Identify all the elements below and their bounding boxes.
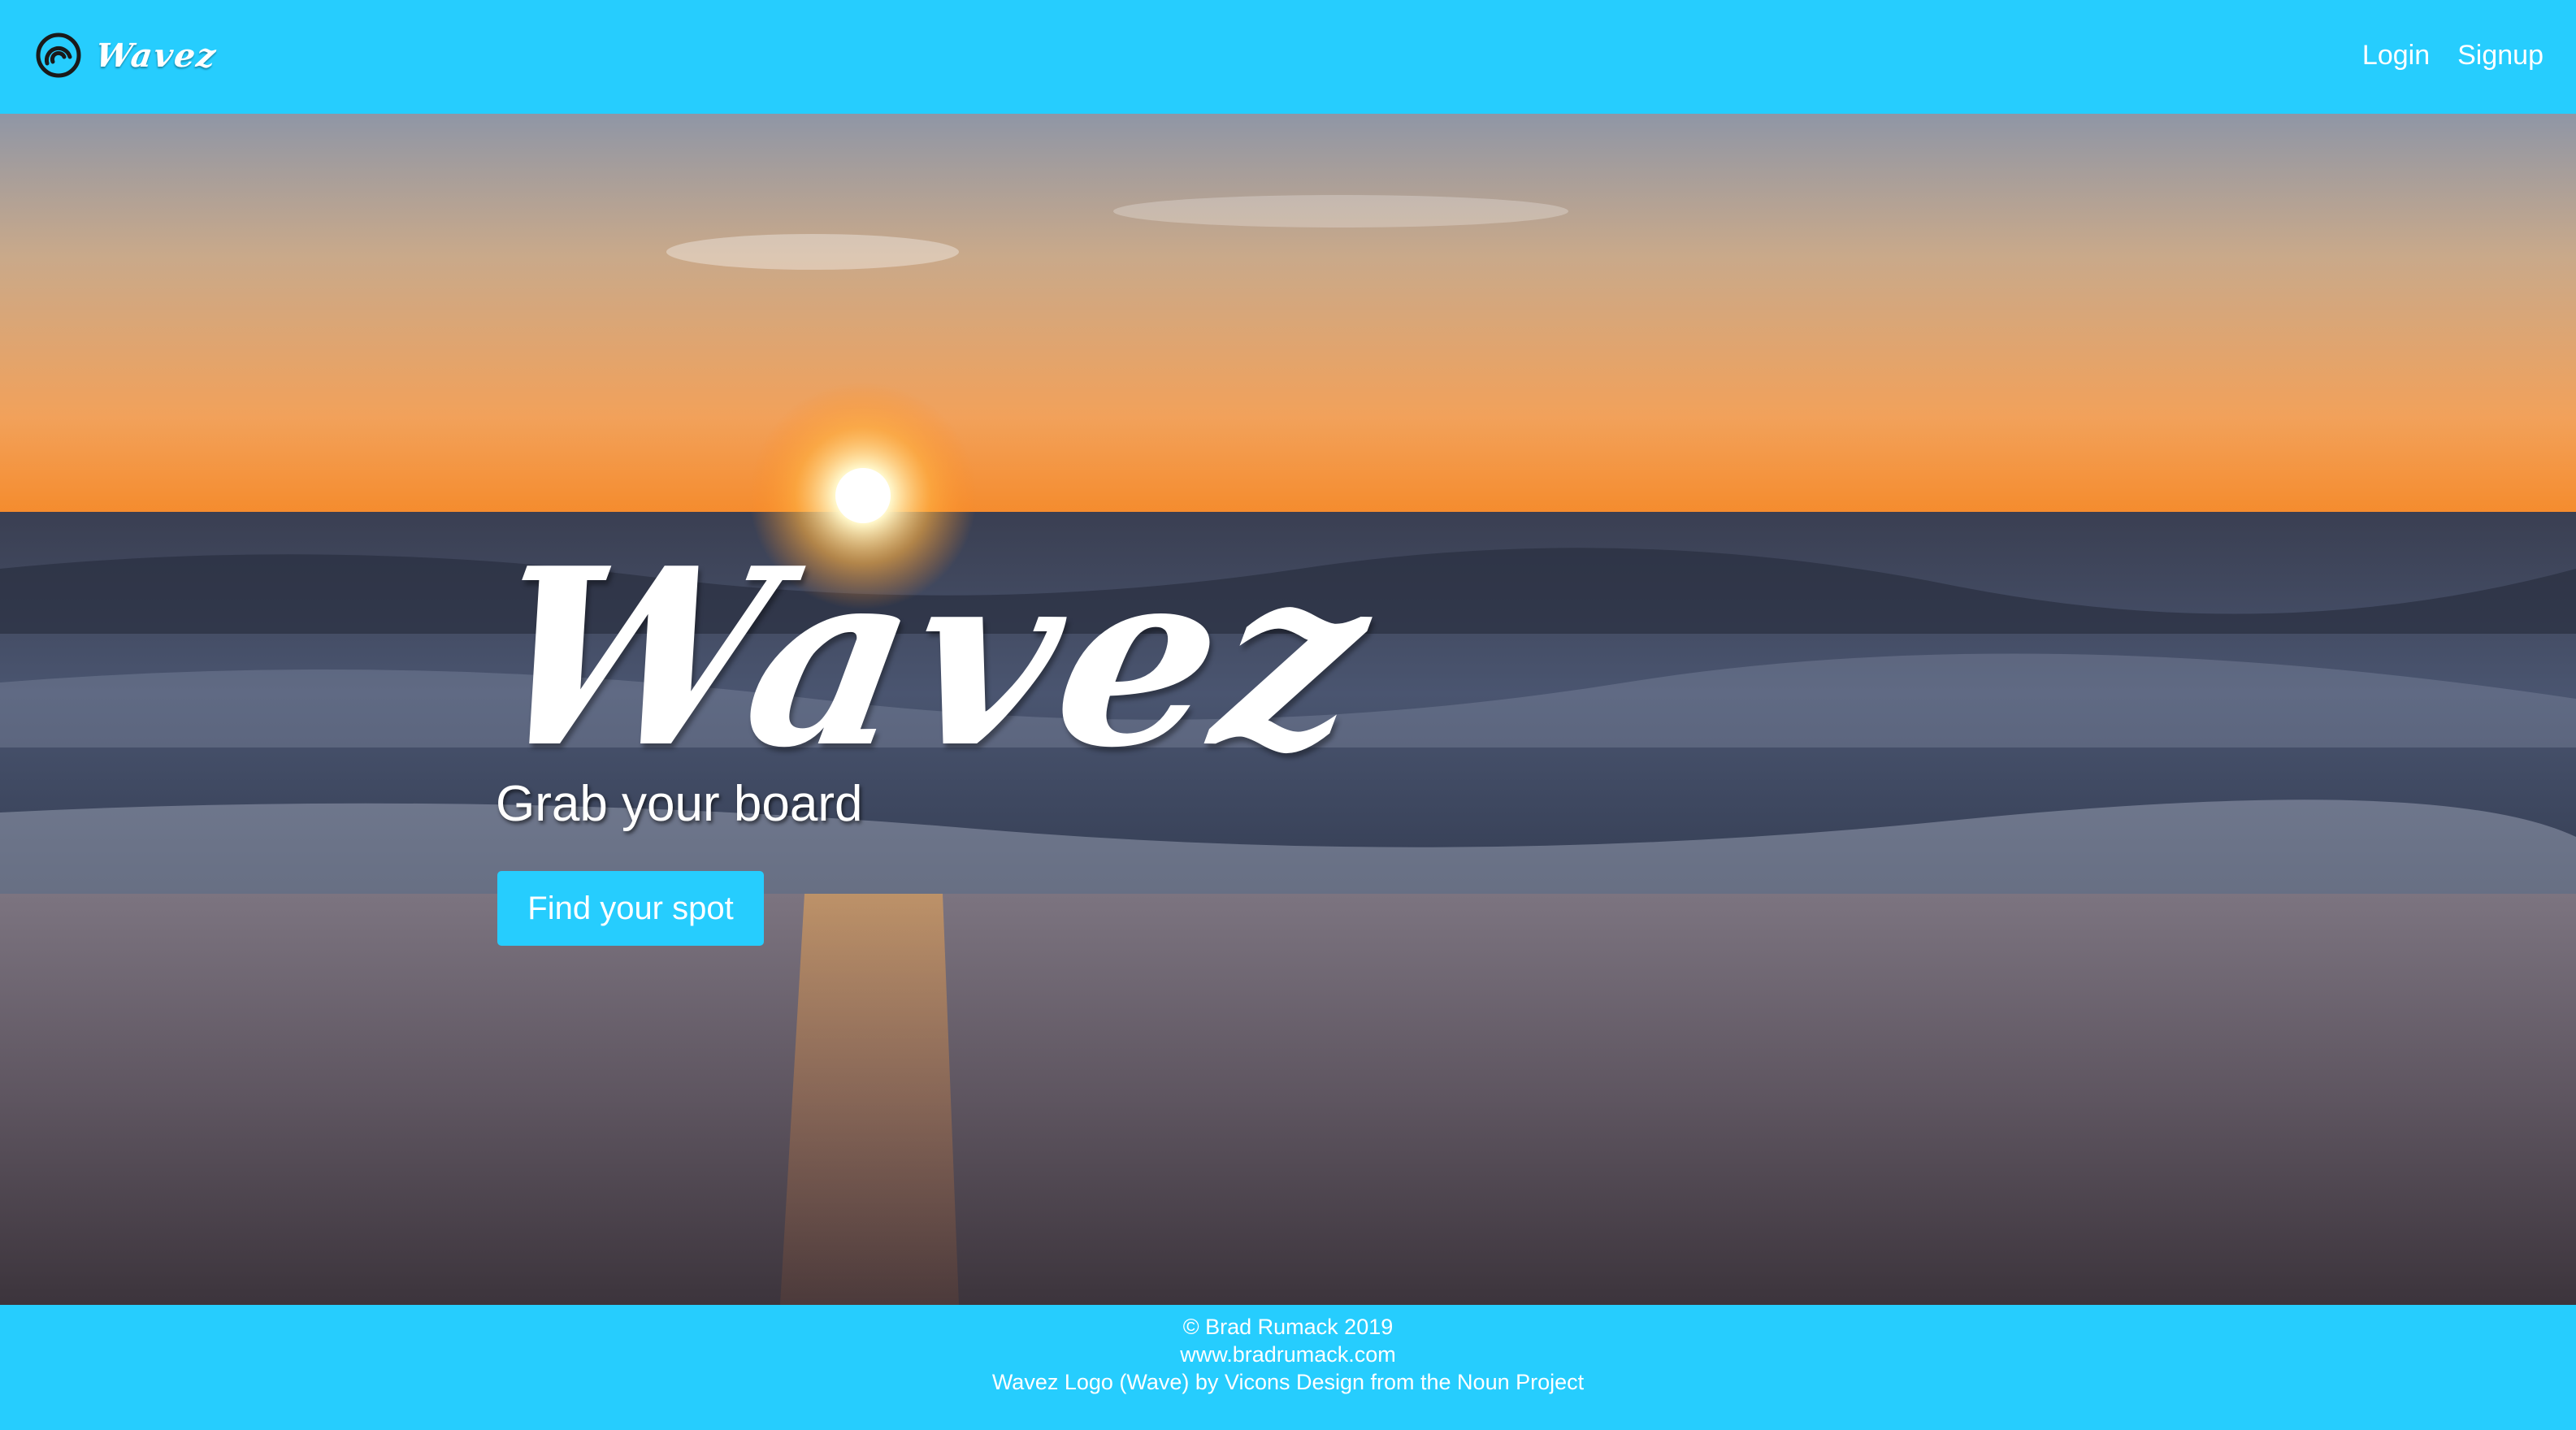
footer-copyright: © Brad Rumack 2019 <box>1182 1315 1394 1339</box>
navbar: Wavez Login Signup <box>0 0 2576 114</box>
hero-content: Wavez Grab your board <box>471 514 1633 833</box>
signup-link[interactable]: Signup <box>2457 40 2543 72</box>
find-your-spot-button[interactable]: Find your spot <box>497 871 764 946</box>
hero-title: Wavez <box>470 514 1391 801</box>
hero-section: Wavez Grab your board Find your spot <box>0 114 2576 1305</box>
footer: © Brad Rumack 2019 www.bradrumack.com Wa… <box>0 1305 2576 1430</box>
footer-logo-credit: Wavez Logo (Wave) by Vicons Design from … <box>991 1370 1585 1394</box>
brand-link[interactable]: Wavez <box>36 29 220 81</box>
brand-name: Wavez <box>93 36 220 75</box>
wave-logo-icon <box>36 32 81 78</box>
login-link[interactable]: Login <box>2362 40 2430 72</box>
nav-links: Login Signup <box>2362 32 2543 78</box>
footer-website-link[interactable]: www.bradrumack.com <box>0 1341 2576 1368</box>
